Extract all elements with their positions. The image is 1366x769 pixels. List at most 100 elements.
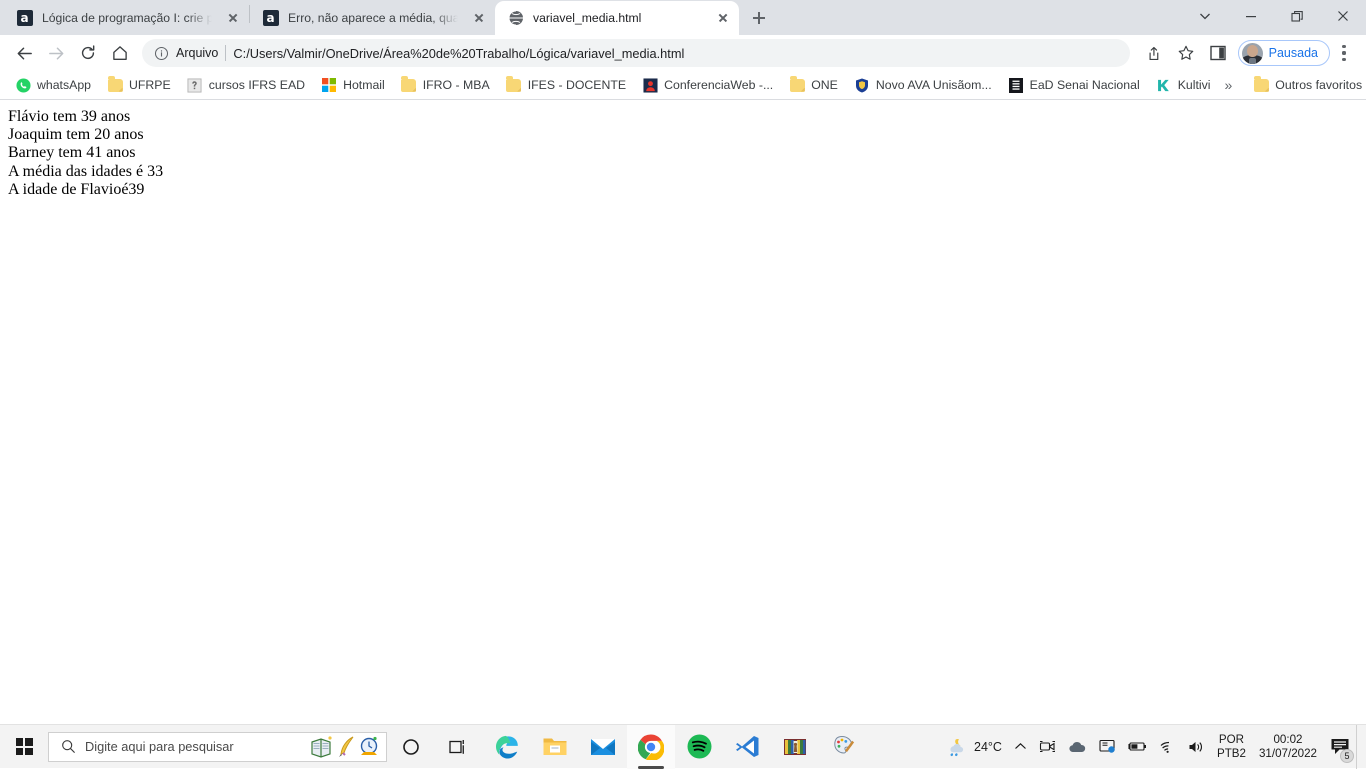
bookmark-label: EaD Senai Nacional bbox=[1029, 78, 1140, 92]
weather-widget[interactable]: 24°C bbox=[940, 725, 1008, 769]
speaker-icon bbox=[1189, 741, 1202, 752]
bookmark-conferenciaweb[interactable]: ConferenciaWeb -... bbox=[634, 73, 781, 97]
bookmark-cursos-ifrs-ead[interactable]: cursos IFRS EAD bbox=[179, 73, 313, 97]
taskbar-app-paint[interactable] bbox=[819, 725, 867, 769]
bookmark-kultivi[interactable]: Kultivi bbox=[1148, 73, 1219, 97]
onedrive-indicator[interactable] bbox=[1062, 725, 1093, 769]
close-button[interactable] bbox=[1320, 0, 1366, 32]
bookmark-one[interactable]: ONE bbox=[781, 73, 846, 97]
language-line-1: POR bbox=[1218, 732, 1245, 746]
minimize-button[interactable] bbox=[1228, 0, 1274, 32]
restore-button[interactable] bbox=[1274, 0, 1320, 32]
display-settings-indicator[interactable] bbox=[1093, 725, 1122, 769]
back-button[interactable] bbox=[8, 37, 40, 69]
taskbar-app-file-explorer[interactable] bbox=[531, 725, 579, 769]
three-dot-menu-icon[interactable] bbox=[1330, 37, 1358, 69]
taskbar-app-icons bbox=[387, 724, 867, 769]
battery-icon bbox=[1128, 742, 1146, 751]
taskbar-app-visual-studio-code[interactable] bbox=[723, 725, 771, 769]
output-line: Flávio tem 39 anos bbox=[8, 108, 131, 125]
chrome-icon bbox=[638, 733, 664, 760]
tab-title: variavel_media.html bbox=[533, 11, 642, 25]
avatar bbox=[1241, 42, 1263, 64]
folder-icon bbox=[401, 76, 417, 93]
volume-indicator[interactable] bbox=[1182, 725, 1211, 769]
bookmark-whatsapp[interactable]: whatsApp bbox=[7, 73, 99, 97]
mail-icon bbox=[591, 738, 615, 755]
notification-count-badge: 5 bbox=[1340, 748, 1354, 763]
alura-icon: a bbox=[262, 10, 279, 27]
tab-strip: a Lógica de programação I: crie pro a Er… bbox=[0, 0, 1366, 35]
bookmark-label: UFRPE bbox=[129, 78, 171, 92]
new-tab-button[interactable] bbox=[745, 4, 773, 32]
chevron-up-icon bbox=[1015, 742, 1026, 749]
reload-button[interactable] bbox=[72, 37, 104, 69]
clock-widget[interactable]: 00:02 31/07/2022 bbox=[1252, 725, 1324, 769]
language-indicator[interactable]: POR PTB2 bbox=[1211, 725, 1252, 769]
cloud-icon bbox=[1069, 741, 1086, 752]
taskbar-app-mail[interactable] bbox=[579, 725, 627, 769]
other-bookmarks-button[interactable]: Outros favoritos bbox=[1245, 73, 1366, 97]
temperature-label: 24°C bbox=[974, 739, 1002, 754]
page-content: Flávio tem 39 anos Joaquim tem 20 anos B… bbox=[0, 100, 1366, 724]
taskbar-app-winrar[interactable] bbox=[771, 725, 819, 769]
omnibox-divider bbox=[225, 45, 227, 61]
tab-logica-de-programacao[interactable]: a Lógica de programação I: crie pro bbox=[4, 1, 249, 35]
tab-variavel-media-html[interactable]: variavel_media.html bbox=[495, 1, 739, 35]
camera-indicator[interactable] bbox=[1033, 725, 1062, 769]
share-icon[interactable] bbox=[1138, 37, 1170, 69]
tray-overflow-button[interactable] bbox=[1008, 725, 1033, 769]
edge-icon bbox=[496, 735, 518, 759]
side-panel-icon[interactable] bbox=[1202, 37, 1234, 69]
cortana-circle-icon bbox=[403, 738, 419, 755]
close-icon[interactable] bbox=[467, 6, 491, 30]
bookmark-star-icon[interactable] bbox=[1170, 37, 1202, 69]
tab-search-button[interactable] bbox=[1182, 0, 1228, 32]
tab-erro-nao-aparece-a-media[interactable]: a Erro, não aparece a média, quanc bbox=[250, 1, 495, 35]
close-icon[interactable] bbox=[711, 6, 735, 30]
clock-date: 31/07/2022 bbox=[1258, 746, 1317, 760]
taskbar-app-microsoft-edge[interactable] bbox=[483, 725, 531, 769]
running-indicator bbox=[638, 765, 664, 769]
bookmark-ufrpe[interactable]: UFRPE bbox=[99, 73, 179, 97]
start-button[interactable] bbox=[0, 725, 48, 769]
window-controls bbox=[1182, 0, 1366, 35]
taskbar-app-spotify[interactable] bbox=[675, 725, 723, 769]
bookmark-ead-senai-nacional[interactable]: EaD Senai Nacional bbox=[1000, 73, 1148, 97]
output-line: Barney tem 41 anos bbox=[8, 144, 136, 162]
paint-icon bbox=[833, 735, 854, 754]
chevrons-right-icon: » bbox=[1224, 77, 1233, 93]
kultivi-icon bbox=[1156, 77, 1172, 93]
search-decoration-icons bbox=[310, 735, 380, 759]
folder-icon bbox=[1253, 76, 1269, 93]
folder-icon bbox=[506, 76, 522, 93]
cortana-button[interactable] bbox=[387, 725, 435, 769]
rain-night-icon bbox=[950, 738, 964, 756]
close-icon[interactable] bbox=[221, 6, 245, 30]
taskbar-search-input[interactable]: Digite aqui para pesquisar bbox=[48, 731, 387, 762]
taskbar-app-google-chrome[interactable] bbox=[627, 724, 675, 769]
notification-center-button[interactable]: 5 bbox=[1324, 725, 1356, 769]
profile-button[interactable]: Pausada bbox=[1237, 40, 1330, 66]
address-bar[interactable]: Arquivo C:/Users/Valmir/OneDrive/Área%20… bbox=[142, 39, 1130, 67]
windows-taskbar: Digite aqui para pesquisar 24°C POR PTB2… bbox=[0, 724, 1366, 769]
output-line: A média das idades é 33 bbox=[8, 162, 164, 180]
home-button[interactable] bbox=[104, 37, 136, 69]
battery-indicator[interactable] bbox=[1122, 725, 1153, 769]
bookmark-ifes-docente[interactable]: IFES - DOCENTE bbox=[498, 73, 634, 97]
task-view-icon bbox=[449, 739, 464, 754]
profile-status-label: Pausada bbox=[1268, 46, 1318, 60]
show-desktop-button[interactable] bbox=[1356, 724, 1362, 769]
bookmark-hotmail[interactable]: Hotmail bbox=[313, 73, 393, 97]
folder-explorer-icon bbox=[543, 738, 567, 755]
bookmarks-overflow-button[interactable]: » bbox=[1219, 73, 1238, 97]
wifi-indicator[interactable] bbox=[1153, 725, 1182, 769]
bookmark-novo-ava-unisaom[interactable]: Novo AVA Unisãom... bbox=[846, 73, 1000, 97]
forward-button[interactable] bbox=[40, 37, 72, 69]
task-view-button[interactable] bbox=[435, 725, 483, 769]
bookmark-ifro-mba[interactable]: IFRO - MBA bbox=[393, 73, 498, 97]
windows-logo-icon bbox=[15, 738, 33, 755]
winrar-icon bbox=[784, 738, 806, 755]
bookmark-label: whatsApp bbox=[37, 78, 92, 92]
system-tray: 24°C POR PTB2 00:02 31/07/2022 5 bbox=[940, 724, 1366, 769]
